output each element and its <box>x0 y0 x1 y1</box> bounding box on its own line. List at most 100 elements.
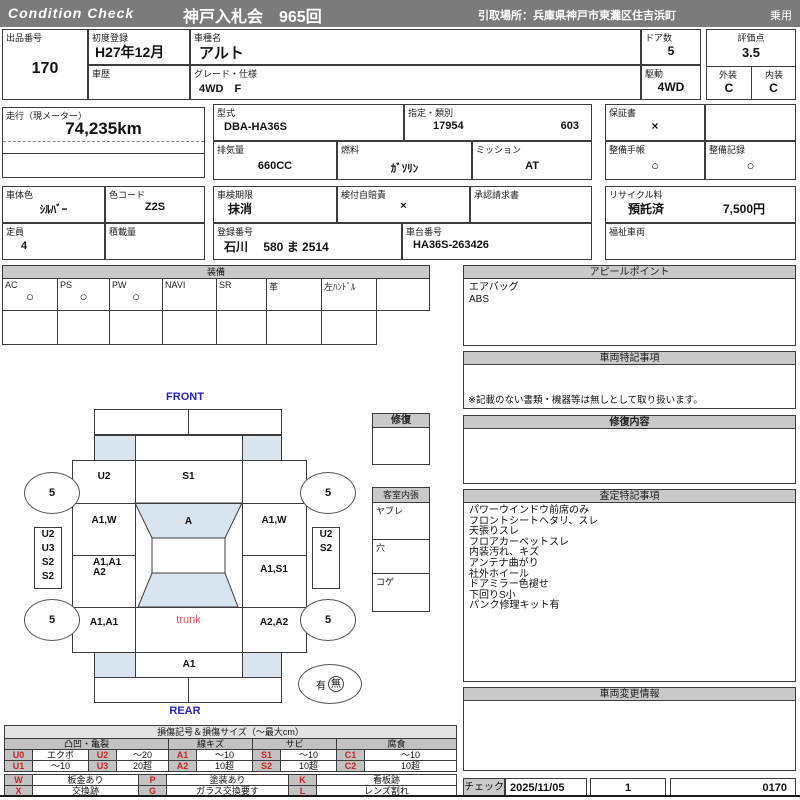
maintenance-book-label: 整備手帳 <box>609 145 646 155</box>
damage-code: U1 <box>4 760 33 772</box>
panel-left-fender: U2 <box>97 471 111 482</box>
divider <box>242 555 306 556</box>
maintenance-book-value: ○ <box>651 158 659 173</box>
transmission-label: ミッション <box>476 145 522 155</box>
equipment-cell-leather: 革 <box>267 279 322 311</box>
cabin-row-hole: 穴 <box>373 539 429 573</box>
chassis-number-label: 車台番号 <box>406 227 443 237</box>
transmission-value: AT <box>525 160 539 172</box>
damage-legend-table: 損傷記号＆損傷サイズ（～最大cm） 凸凹・亀裂 線キズ サビ 腐食 U0 エクボ… <box>3 725 458 772</box>
damage-code: A1 <box>168 749 197 761</box>
first-registration-value: H27年12月 <box>95 44 165 60</box>
assessment-line: パワーウインドウ前席のみ <box>469 505 589 516</box>
rear-window-shape <box>137 572 239 608</box>
class-field: 指定・類別 17954 603 <box>404 104 592 141</box>
class-label: 指定・類別 <box>408 108 454 118</box>
body-color-label: 車体色 <box>6 190 34 200</box>
blank-field <box>705 104 796 141</box>
damage-desc: ～10 <box>32 760 89 772</box>
damage-desc: 塗装あり <box>166 774 289 786</box>
model-code-value: DBA-HA36S <box>224 121 287 133</box>
assessment-line: ドアミラー色褪せ <box>469 579 549 591</box>
color-code-label: 色コード <box>109 190 146 200</box>
repair-details-section: 修復内容 <box>463 415 796 484</box>
damage-desc: 10超 <box>196 760 253 772</box>
body-color-field: 車体色 ｼﾙﾊﾞｰ <box>2 186 105 223</box>
assessment-line: パンク修理キット有 <box>469 600 560 612</box>
panel-windshield: A <box>184 516 193 527</box>
right-side-code: S2 <box>319 543 333 554</box>
equipment-cell-blank <box>322 311 377 345</box>
check-number: 0170 <box>762 782 787 794</box>
cabin-row-burn-label: コゲ <box>376 577 395 587</box>
right-taillight <box>242 652 282 678</box>
damage-desc: ～10 <box>280 749 337 761</box>
grade-value: 4WD F <box>199 83 242 95</box>
displacement-field: 排気量 660CC <box>213 141 337 180</box>
damage-code: U0 <box>4 749 33 761</box>
equipment-cell-blank <box>110 311 163 345</box>
equipment-cell-extra <box>377 279 430 311</box>
damage-desc: 看板跡 <box>316 774 457 786</box>
cabin-row-tear-label: ヤブレ <box>376 506 404 516</box>
front-center-panel <box>135 435 243 461</box>
repair-details-title: 修復内容 <box>464 416 795 429</box>
displacement-value: 660CC <box>257 160 293 172</box>
mileage-field: 走行（現メーター） 74,235km <box>2 107 205 178</box>
vehicle-notes-section: 車両特記事項 ※記載のない書類・機器等は無しとして取り扱います。 <box>463 351 796 409</box>
equipment-title: 装備 <box>2 265 430 279</box>
damage-code: A2 <box>168 760 197 772</box>
equipment-cell-sr: SR <box>217 279 267 311</box>
body-color-value: ｼﾙﾊﾞｰ <box>39 204 68 216</box>
lot-number-value: 170 <box>31 60 59 77</box>
diagram-front-label: FRONT <box>166 391 204 403</box>
registration-value: 石川 580 ま 2514 <box>224 240 329 254</box>
front-bumper <box>94 409 282 435</box>
equipment-cell-blank <box>58 311 110 345</box>
model-code-field: 型式 DBA-HA36S <box>213 104 404 141</box>
lot-number-field: 出品番号 170 <box>2 29 88 100</box>
rear-bumper <box>94 677 282 703</box>
model-name-value: アルト <box>199 45 244 62</box>
panel-right-rear-door: A1,S1 <box>260 564 288 575</box>
divider <box>3 153 204 154</box>
repair-flag-title: 修復 <box>373 414 429 428</box>
inspection-value: 抹消 <box>228 202 253 216</box>
vehicle-notes-disclaimer: ※記載のない書類・機器等は無しとして取り扱います。 <box>468 395 703 406</box>
change-info-section: 車両変更情報 <box>463 687 796 771</box>
left-side-code: S2 <box>41 557 55 568</box>
equipment-cell-blank <box>267 311 322 345</box>
damage-group-dents: 凸凹・亀裂 <box>4 738 169 750</box>
damage-desc: ～10 <box>196 749 253 761</box>
welfare-label: 福祉車両 <box>609 227 646 237</box>
damage-desc: 20超 <box>116 760 169 772</box>
damage-code: U2 <box>88 749 117 761</box>
check-count: 1 <box>624 782 632 794</box>
damage-extra-legend-table: W 板金あり P 塗装あり K 看板跡 X 交換跡 G ガラス交換要す L レン… <box>4 774 457 797</box>
recycle-fee-field: リサイクル料 預託済 7,500円 <box>605 186 796 223</box>
equipment-table: 装備 AC ○ PS ○ PW ○ NAVI SR 革 左ﾊﾝﾄﾞﾙ <box>2 265 430 345</box>
equipment-cell-ac: AC ○ <box>2 279 58 311</box>
maintenance-record-field: 整備記録 ○ <box>705 141 796 180</box>
maintenance-record-label: 整備記録 <box>709 145 746 155</box>
model-code-label: 型式 <box>217 108 236 118</box>
appeal-line: エアバッグ <box>469 282 519 293</box>
history-label: 車歴 <box>92 69 111 79</box>
equipment-row-1: AC ○ PS ○ PW ○ NAVI SR 革 左ﾊﾝﾄﾞﾙ <box>2 279 430 311</box>
capacity-label: 定員 <box>6 227 25 237</box>
damage-code: C2 <box>336 760 365 772</box>
load-label: 積載量 <box>109 227 137 237</box>
cabin-row-tear: ヤブレ <box>373 503 429 539</box>
exterior-label: 外装 <box>718 70 737 80</box>
approval-field: 承認請求書 <box>470 186 592 223</box>
doors-field: ドア数 5 <box>641 29 701 65</box>
change-info-title: 車両変更情報 <box>464 688 795 701</box>
class-value-2: 603 <box>560 120 579 132</box>
damage-desc: 10超 <box>280 760 337 772</box>
auction-title: 神戸入札会 965回 <box>183 9 322 26</box>
capacity-field: 定員 4 <box>2 223 105 260</box>
assessment-notes-section: 査定特記事項 パワーウインドウ前席のみ フロントシートヘタリ、スレ 天張りスレ … <box>463 489 796 682</box>
damage-desc: ～20 <box>116 749 169 761</box>
approval-label: 承認請求書 <box>474 190 520 200</box>
car-body: U2 S1 A1,W A A1,W A1,A1 A2 A1,S1 A1,A1 t… <box>72 460 307 653</box>
